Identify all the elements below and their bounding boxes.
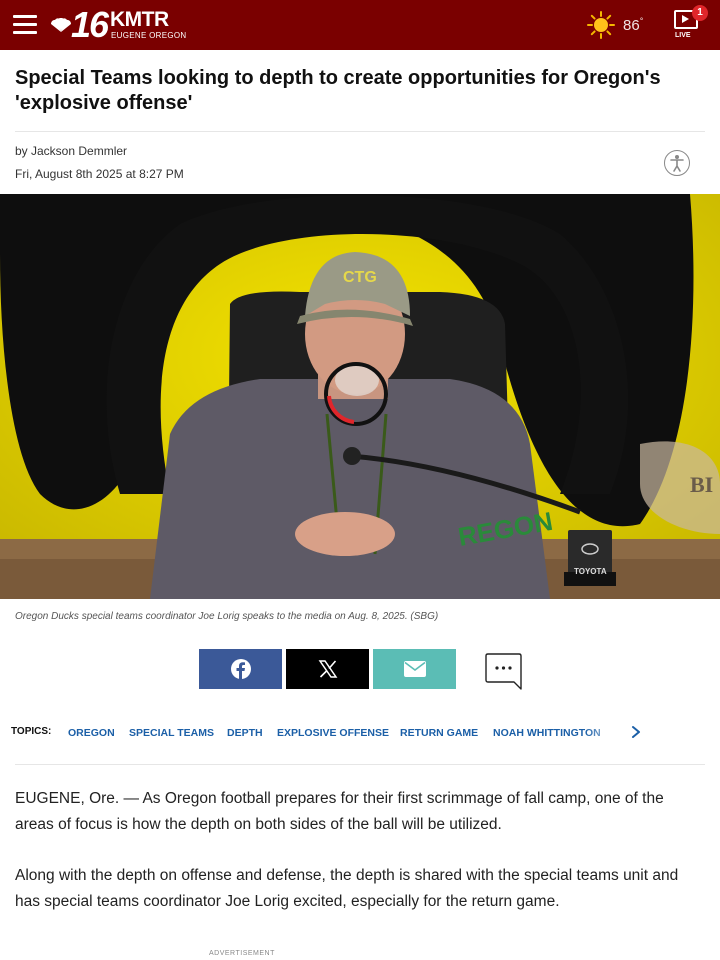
divider (15, 764, 705, 765)
share-email-button[interactable] (373, 649, 456, 689)
article-headline: Special Teams looking to depth to create… (15, 67, 661, 114)
email-icon (403, 661, 426, 677)
live-label: LIVE (675, 32, 691, 39)
toyota-nameplate: TOYOTA (574, 567, 607, 576)
facebook-icon (230, 659, 251, 679)
topic-return-game[interactable]: RETURN GAME (400, 727, 478, 739)
temperature[interactable]: 86° (623, 16, 643, 34)
photo-caption: Oregon Ducks special teams coordinator J… (15, 611, 439, 622)
topic-explosive-offense[interactable]: EXPLOSIVE OFFENSE (277, 727, 389, 739)
topic-oregon[interactable]: OREGON (68, 727, 115, 739)
cap-logo: CTG (343, 269, 377, 286)
chevron-right-icon[interactable] (628, 722, 644, 742)
topic-depth[interactable]: DEPTH (227, 727, 263, 739)
topic-special-teams[interactable]: SPECIAL TEAMS (129, 727, 214, 739)
play-icon (682, 15, 689, 23)
divider (15, 131, 705, 132)
menu-icon[interactable] (13, 15, 37, 35)
peacock-icon (50, 18, 72, 32)
article-paragraph: EUGENE, Ore. — As Oregon football prepar… (15, 790, 664, 833)
x-icon (318, 660, 337, 678)
publish-date: Fri, August 8th 2025 at 8:27 PM (15, 167, 184, 181)
article-paragraph: Along with the depth on offense and defe… (15, 867, 679, 910)
advertisement-label: ADVERTISEMENT (209, 950, 275, 957)
article-photo[interactable]: BI CTG REGON TOYOTA (0, 194, 720, 599)
notification-badge: 1 (692, 5, 708, 21)
byline[interactable]: by Jackson Demmler (15, 144, 127, 158)
sun-icon[interactable] (587, 11, 615, 39)
live-button[interactable]: LIVE 1 (674, 5, 708, 42)
logo-city: EUGENE OREGON (111, 31, 187, 40)
topics-fade (585, 720, 625, 744)
comments-icon[interactable] (484, 650, 524, 690)
logo-call-letters: KMTR (110, 8, 169, 31)
logo-number: 16 (71, 4, 109, 45)
share-x-button[interactable] (286, 649, 369, 689)
backdrop-letters: BI (690, 472, 713, 497)
topics-label: TOPICS: (11, 726, 52, 737)
accessibility-icon[interactable] (664, 150, 690, 176)
site-header: 16 KMTR EUGENE OREGON 86° LIVE 1 (0, 0, 720, 50)
share-facebook-button[interactable] (199, 649, 282, 689)
press-conference-image: BI CTG REGON TOYOTA (0, 194, 720, 599)
